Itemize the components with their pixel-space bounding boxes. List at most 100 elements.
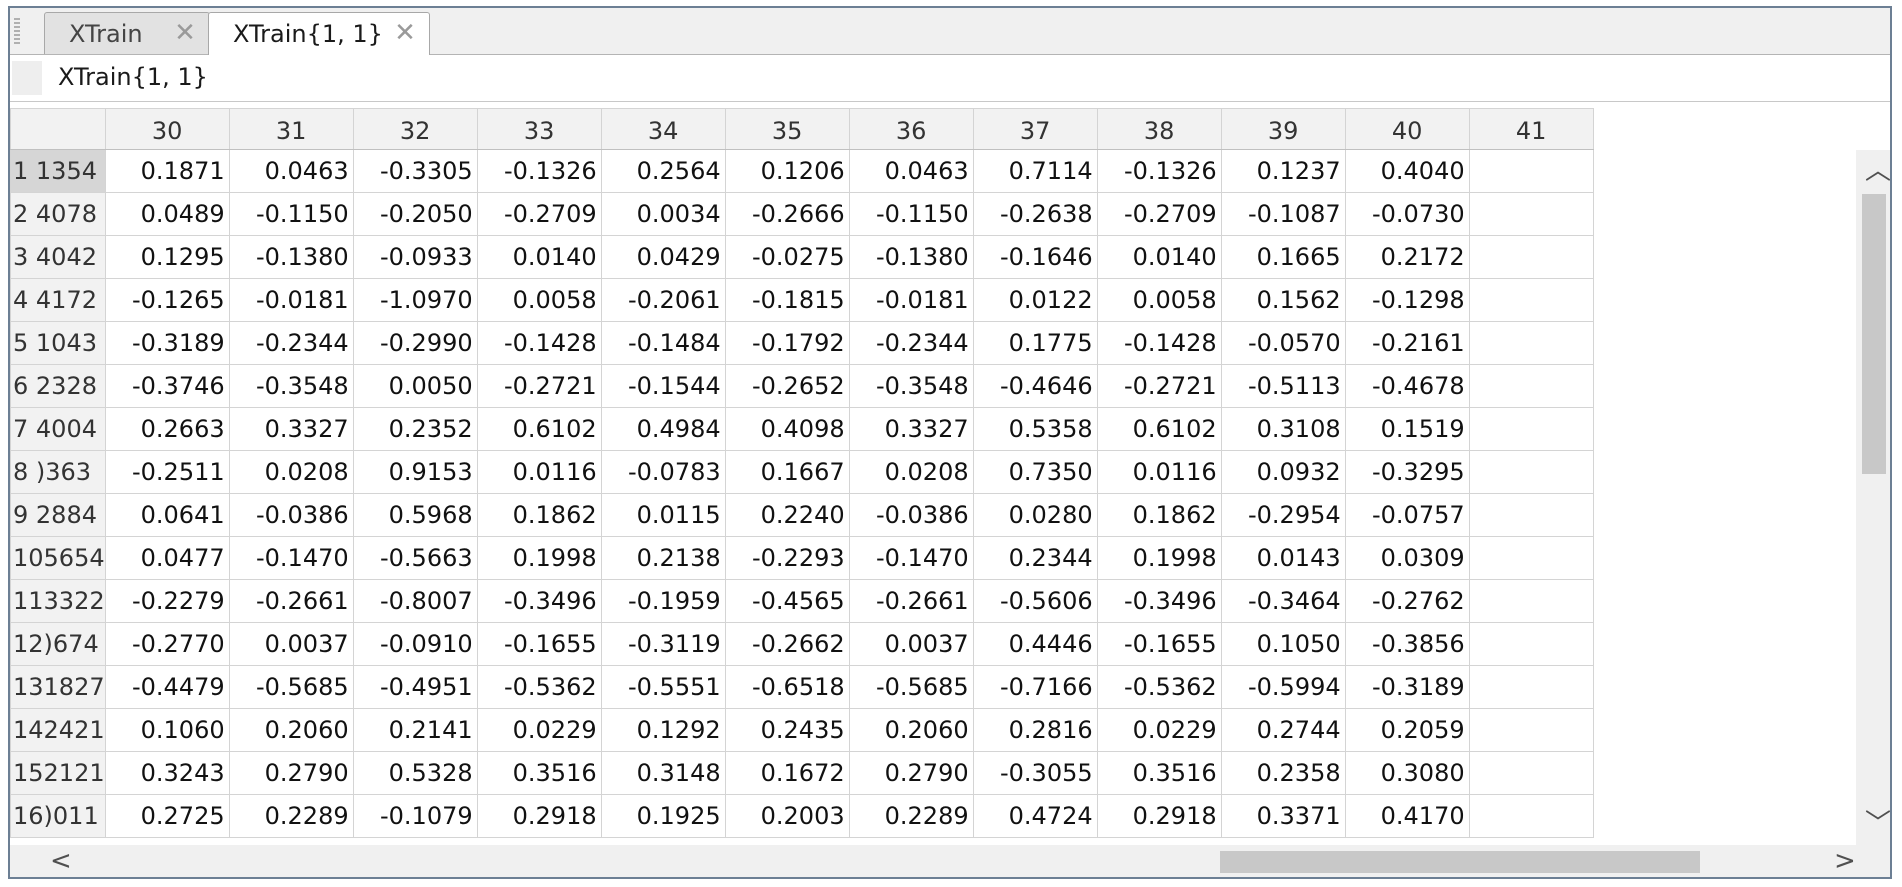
row-header[interactable]: 105654: [10, 536, 106, 580]
row-header[interactable]: 2 4078: [10, 192, 106, 236]
grid-cell[interactable]: -0.2666: [724, 192, 850, 236]
grid-cell[interactable]: 0.3327: [848, 407, 974, 451]
column-header[interactable]: 31: [228, 108, 354, 150]
grid-cell[interactable]: [1468, 321, 1594, 365]
grid-cell[interactable]: [1468, 794, 1594, 838]
row-header[interactable]: 6 2328: [10, 364, 106, 408]
grid-cell[interactable]: 0.3080: [1344, 751, 1470, 795]
grid-cell[interactable]: -0.3548: [848, 364, 974, 408]
grid-cell[interactable]: -0.1150: [228, 192, 354, 236]
grid-cell[interactable]: -0.3464: [1220, 579, 1346, 623]
grid-cell[interactable]: 0.3516: [1096, 751, 1222, 795]
grid-cell[interactable]: [1468, 235, 1594, 279]
grid-cell[interactable]: 0.0429: [600, 235, 726, 279]
grid-cell[interactable]: -0.2762: [1344, 579, 1470, 623]
column-header[interactable]: 39: [1220, 108, 1346, 150]
column-header[interactable]: 33: [476, 108, 602, 150]
grid-cell[interactable]: 0.0208: [228, 450, 354, 494]
row-header[interactable]: 3 4042: [10, 235, 106, 279]
grid-cell[interactable]: 0.4724: [972, 794, 1098, 838]
grid-cell[interactable]: -0.2709: [476, 192, 602, 236]
grid-cell[interactable]: 0.3243: [104, 751, 230, 795]
grid-cell[interactable]: 0.2564: [600, 149, 726, 193]
grid-cell[interactable]: 0.3108: [1220, 407, 1346, 451]
grid-cell[interactable]: 0.2816: [972, 708, 1098, 752]
grid-cell[interactable]: 0.2289: [228, 794, 354, 838]
grid-cell[interactable]: -0.1087: [1220, 192, 1346, 236]
grid-cell[interactable]: 0.3371: [1220, 794, 1346, 838]
grid-cell[interactable]: -0.3189: [1344, 665, 1470, 709]
grid-cell[interactable]: -0.4565: [724, 579, 850, 623]
grid-cell[interactable]: -0.3856: [1344, 622, 1470, 666]
row-header[interactable]: 5 1043: [10, 321, 106, 365]
grid-cell[interactable]: -0.3746: [104, 364, 230, 408]
grid-cell[interactable]: -0.1815: [724, 278, 850, 322]
grid-cell[interactable]: -0.2344: [228, 321, 354, 365]
grid-cell[interactable]: 0.3148: [600, 751, 726, 795]
grid-cell[interactable]: 0.2138: [600, 536, 726, 580]
scroll-up-icon[interactable]: ︿: [1865, 158, 1890, 184]
grid-cell[interactable]: -0.1428: [476, 321, 602, 365]
grid-cell[interactable]: 0.2790: [228, 751, 354, 795]
grid-cell[interactable]: 0.0116: [476, 450, 602, 494]
grid-cell[interactable]: -1.0970: [352, 278, 478, 322]
row-header[interactable]: 7 4004: [10, 407, 106, 451]
grid-cell[interactable]: -0.2770: [104, 622, 230, 666]
grid-cell[interactable]: -0.2652: [724, 364, 850, 408]
grid-cell[interactable]: [1468, 192, 1594, 236]
grid-cell[interactable]: 0.2744: [1220, 708, 1346, 752]
grid-cell[interactable]: -0.1380: [228, 235, 354, 279]
grid-cell[interactable]: 0.0280: [972, 493, 1098, 537]
grid-cell[interactable]: -0.3295: [1344, 450, 1470, 494]
grid-cell[interactable]: -0.3496: [1096, 579, 1222, 623]
row-header[interactable]: 8 )363: [10, 450, 106, 494]
grid-cell[interactable]: [1468, 622, 1594, 666]
grid-cell[interactable]: 0.5328: [352, 751, 478, 795]
row-header-corner[interactable]: [10, 108, 106, 150]
grid-cell[interactable]: -0.1265: [104, 278, 230, 322]
grid-cell[interactable]: [1468, 278, 1594, 322]
grid-cell[interactable]: 0.1292: [600, 708, 726, 752]
grid-cell[interactable]: 0.1667: [724, 450, 850, 494]
grid-cell[interactable]: -0.4646: [972, 364, 1098, 408]
grid-cell[interactable]: 0.0309: [1344, 536, 1470, 580]
grid-cell[interactable]: -0.1380: [848, 235, 974, 279]
grid-cell[interactable]: [1468, 407, 1594, 451]
grid-cell[interactable]: 0.2289: [848, 794, 974, 838]
grid-cell[interactable]: [1468, 536, 1594, 580]
grid-cell[interactable]: 0.1775: [972, 321, 1098, 365]
grid-cell[interactable]: 0.0489: [104, 192, 230, 236]
grid-cell[interactable]: [1468, 450, 1594, 494]
grid-cell[interactable]: -0.1655: [1096, 622, 1222, 666]
grid-cell[interactable]: -0.0730: [1344, 192, 1470, 236]
grid-cell[interactable]: -0.0757: [1344, 493, 1470, 537]
grid-cell[interactable]: -0.5606: [972, 579, 1098, 623]
grid-cell[interactable]: 0.2352: [352, 407, 478, 451]
grid-cell[interactable]: 0.2725: [104, 794, 230, 838]
grid-cell[interactable]: -0.2954: [1220, 493, 1346, 537]
grid-cell[interactable]: -0.0275: [724, 235, 850, 279]
grid-cell[interactable]: -0.0783: [600, 450, 726, 494]
column-header[interactable]: 30: [104, 108, 230, 150]
row-header[interactable]: 1 1354: [10, 149, 106, 193]
column-header[interactable]: 36: [848, 108, 974, 150]
grid-cell[interactable]: 0.0143: [1220, 536, 1346, 580]
grid-cell[interactable]: 0.0115: [600, 493, 726, 537]
grid-cell[interactable]: -0.2293: [724, 536, 850, 580]
grid-cell[interactable]: -0.2721: [1096, 364, 1222, 408]
grid-cell[interactable]: 0.0140: [1096, 235, 1222, 279]
select-all-corner[interactable]: [12, 61, 42, 95]
grid-cell[interactable]: -0.2050: [352, 192, 478, 236]
grid-cell[interactable]: 0.5968: [352, 493, 478, 537]
close-icon[interactable]: ✕: [173, 20, 197, 46]
grid-cell[interactable]: 0.1998: [476, 536, 602, 580]
grid-cell[interactable]: 0.2060: [848, 708, 974, 752]
grid-cell[interactable]: 0.3516: [476, 751, 602, 795]
column-header[interactable]: 41: [1468, 108, 1594, 150]
grid-cell[interactable]: 0.1672: [724, 751, 850, 795]
grid-cell[interactable]: 0.1237: [1220, 149, 1346, 193]
tab-xtrain-1-1[interactable]: XTrain{1, 1} ✕: [208, 12, 430, 55]
grid-cell[interactable]: -0.2990: [352, 321, 478, 365]
grid-cell[interactable]: 0.2059: [1344, 708, 1470, 752]
grid-cell[interactable]: -0.0386: [848, 493, 974, 537]
